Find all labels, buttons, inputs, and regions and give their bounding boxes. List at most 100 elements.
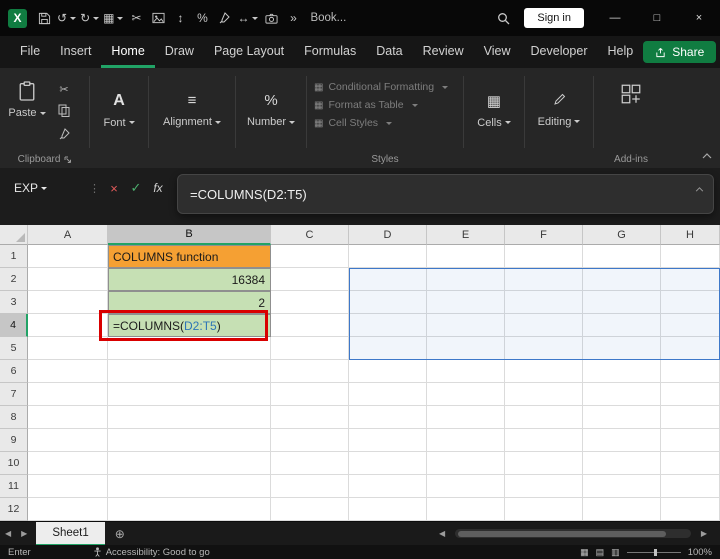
collapse-ribbon-button[interactable] bbox=[702, 146, 712, 164]
scrollbar-thumb[interactable] bbox=[458, 530, 666, 537]
row-header-9[interactable]: 9 bbox=[0, 429, 28, 452]
column-header-G[interactable]: G bbox=[583, 225, 661, 245]
cell[interactable] bbox=[108, 429, 271, 452]
cell[interactable] bbox=[349, 360, 427, 383]
cell[interactable] bbox=[271, 314, 349, 337]
format-painter-icon[interactable] bbox=[215, 6, 233, 30]
minimize-button[interactable] bbox=[594, 0, 636, 36]
save-button[interactable] bbox=[35, 6, 53, 30]
cell[interactable] bbox=[28, 475, 108, 498]
format-painter-button[interactable] bbox=[58, 128, 70, 143]
cell[interactable] bbox=[28, 406, 108, 429]
sort-icon[interactable] bbox=[171, 6, 189, 30]
editing-group-button[interactable]: Editing bbox=[528, 74, 590, 146]
row-header-2[interactable]: 2 bbox=[0, 268, 28, 291]
cut-button[interactable] bbox=[59, 83, 68, 96]
cell[interactable] bbox=[349, 245, 427, 268]
cell[interactable] bbox=[427, 360, 505, 383]
cell-styles-button[interactable]: Cell Styles bbox=[314, 117, 456, 129]
cell[interactable] bbox=[583, 475, 661, 498]
sheet-nav-left-icon[interactable] bbox=[0, 529, 16, 538]
cells-group-button[interactable]: Cells bbox=[467, 74, 521, 146]
cell[interactable] bbox=[108, 383, 271, 406]
tab-formulas[interactable]: Formulas bbox=[294, 36, 366, 68]
cell[interactable] bbox=[427, 406, 505, 429]
cell[interactable] bbox=[583, 360, 661, 383]
row-header-5[interactable]: 5 bbox=[0, 337, 28, 360]
cell[interactable] bbox=[28, 452, 108, 475]
cell[interactable] bbox=[28, 314, 108, 337]
row-header-1[interactable]: 1 bbox=[0, 245, 28, 268]
zoom-level[interactable]: 100% bbox=[688, 547, 712, 558]
tab-data[interactable]: Data bbox=[366, 36, 412, 68]
cell[interactable] bbox=[661, 245, 720, 268]
cell[interactable] bbox=[427, 475, 505, 498]
cell[interactable] bbox=[427, 429, 505, 452]
add-sheet-button[interactable] bbox=[115, 527, 125, 541]
cell[interactable] bbox=[349, 406, 427, 429]
column-header-H[interactable]: H bbox=[661, 225, 720, 245]
cell[interactable] bbox=[661, 360, 720, 383]
cell[interactable] bbox=[349, 475, 427, 498]
cell-B2[interactable]: 16384 bbox=[108, 268, 271, 291]
cell[interactable] bbox=[271, 268, 349, 291]
percent-icon[interactable] bbox=[193, 6, 211, 30]
sheet-nav-right-icon[interactable] bbox=[16, 529, 32, 538]
zoom-slider-thumb[interactable] bbox=[653, 548, 657, 556]
zoom-slider[interactable] bbox=[626, 548, 681, 556]
undo-button[interactable] bbox=[57, 6, 77, 30]
cell[interactable] bbox=[271, 452, 349, 475]
cell[interactable] bbox=[349, 498, 427, 521]
cell[interactable] bbox=[271, 429, 349, 452]
row-header-11[interactable]: 11 bbox=[0, 475, 28, 498]
maximize-button[interactable] bbox=[636, 0, 678, 36]
accessibility-status[interactable]: Accessibility: Good to go bbox=[93, 547, 210, 558]
cell[interactable] bbox=[505, 360, 583, 383]
page-layout-view-icon[interactable] bbox=[596, 547, 605, 558]
cell-B1[interactable]: COLUMNS function bbox=[108, 245, 271, 268]
sheet-tab-sheet1[interactable]: Sheet1 bbox=[36, 521, 105, 546]
cancel-button[interactable] bbox=[103, 174, 125, 202]
tab-view[interactable]: View bbox=[474, 36, 521, 68]
cell[interactable] bbox=[583, 429, 661, 452]
row-header-6[interactable]: 6 bbox=[0, 360, 28, 383]
cell[interactable] bbox=[661, 452, 720, 475]
toolbar-overflow-icon[interactable] bbox=[284, 6, 302, 30]
alignment-group-button[interactable]: Alignment bbox=[152, 74, 232, 146]
cell[interactable] bbox=[108, 360, 271, 383]
cell[interactable] bbox=[28, 498, 108, 521]
swap-button[interactable] bbox=[237, 6, 259, 30]
column-header-B[interactable]: B bbox=[108, 225, 271, 245]
cell[interactable] bbox=[271, 475, 349, 498]
tab-insert[interactable]: Insert bbox=[50, 36, 101, 68]
column-header-D[interactable]: D bbox=[349, 225, 427, 245]
cell[interactable] bbox=[271, 291, 349, 314]
cell[interactable] bbox=[661, 475, 720, 498]
row-header-3[interactable]: 3 bbox=[0, 291, 28, 314]
cell[interactable] bbox=[505, 406, 583, 429]
insert-function-button[interactable]: fx bbox=[147, 174, 169, 202]
tab-review[interactable]: Review bbox=[413, 36, 474, 68]
cell[interactable] bbox=[271, 498, 349, 521]
cell[interactable] bbox=[505, 383, 583, 406]
name-box[interactable]: EXP bbox=[8, 174, 86, 202]
select-all-corner[interactable] bbox=[0, 225, 28, 245]
format-as-table-button[interactable]: Format as Table bbox=[314, 99, 456, 111]
cell[interactable] bbox=[505, 245, 583, 268]
cell[interactable] bbox=[108, 452, 271, 475]
sign-in-button[interactable]: Sign in bbox=[524, 8, 584, 28]
cell[interactable] bbox=[349, 383, 427, 406]
dialog-launcher-icon[interactable] bbox=[64, 156, 72, 164]
cell[interactable] bbox=[108, 475, 271, 498]
cell[interactable] bbox=[271, 337, 349, 360]
cell[interactable] bbox=[28, 268, 108, 291]
search-icon[interactable] bbox=[494, 6, 512, 30]
redo-button[interactable] bbox=[80, 6, 100, 30]
cell[interactable] bbox=[28, 383, 108, 406]
cell[interactable] bbox=[427, 383, 505, 406]
cell[interactable] bbox=[271, 406, 349, 429]
tab-home[interactable]: Home bbox=[101, 36, 155, 68]
row-header-10[interactable]: 10 bbox=[0, 452, 28, 475]
column-header-C[interactable]: C bbox=[271, 225, 349, 245]
cell[interactable] bbox=[28, 245, 108, 268]
